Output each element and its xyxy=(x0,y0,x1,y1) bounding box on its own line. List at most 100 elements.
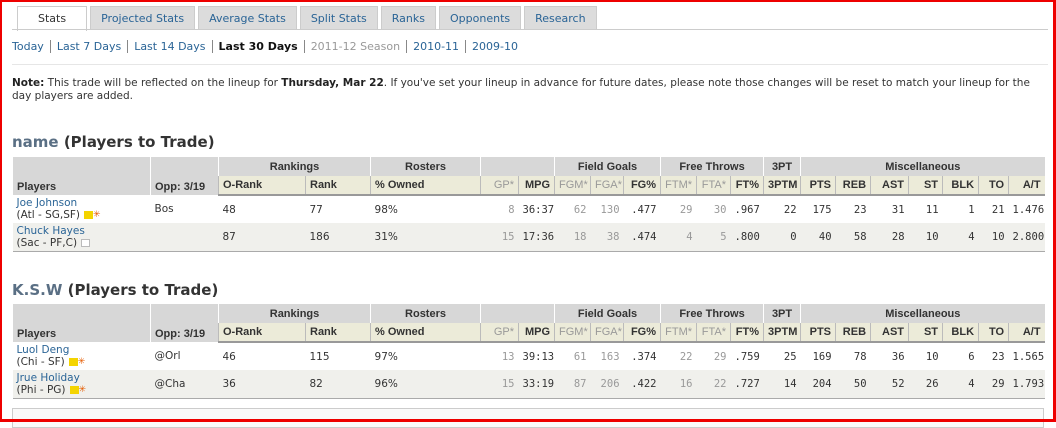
stat-ast: 28 xyxy=(870,223,909,252)
column-header[interactable]: GP* xyxy=(480,176,519,196)
column-header[interactable]: FTM* xyxy=(660,176,697,196)
player-team-position: (Atl - SG,SF) ✳ xyxy=(17,209,147,221)
column-header[interactable]: PTS xyxy=(800,176,836,196)
stat-at: 2.800 xyxy=(1008,223,1045,252)
column-header[interactable]: AST xyxy=(870,323,909,343)
player-name-link[interactable]: Luol Deng xyxy=(17,344,147,356)
stat-pts: 40 xyxy=(800,223,836,252)
player-name-link[interactable]: Jrue Holiday xyxy=(17,372,147,384)
tab-opponents[interactable]: Opponents xyxy=(439,6,522,29)
tab-research[interactable]: Research xyxy=(524,6,597,29)
group-header xyxy=(480,157,555,176)
stat-pts: 169 xyxy=(812,350,832,363)
column-header[interactable]: BLK xyxy=(942,176,979,196)
player-info: (Sac - PF,C) xyxy=(16,236,78,249)
range-last-7-days[interactable]: Last 7 Days xyxy=(49,40,127,53)
player-info: (Chi - SF) xyxy=(16,356,65,368)
tab-split-stats[interactable]: Split Stats xyxy=(299,6,378,29)
column-header[interactable]: A/T xyxy=(1008,323,1045,343)
note-label: Note: xyxy=(12,77,45,89)
note-date: Thursday, Mar 22 xyxy=(281,77,384,89)
column-header[interactable]: 3PTM xyxy=(763,176,801,196)
range-2011-12-season: 2011-12 Season xyxy=(303,40,406,53)
note-new-icon[interactable] xyxy=(69,385,79,394)
column-header[interactable]: AST xyxy=(870,176,909,196)
column-header[interactable]: FGM* xyxy=(554,176,591,196)
tab-stats[interactable]: Stats xyxy=(17,6,88,31)
column-header[interactable]: FTA* xyxy=(696,323,731,343)
stat-fga: 130 xyxy=(600,203,620,216)
stat-gp: 8 xyxy=(508,203,515,216)
column-header[interactable]: PTS xyxy=(800,323,836,343)
stat-fta: 29 xyxy=(713,350,727,363)
stat-ftm: 16 xyxy=(660,370,697,399)
column-header[interactable]: REB xyxy=(835,323,871,343)
column-header[interactable]: FGM* xyxy=(554,323,591,343)
column-header[interactable]: ST xyxy=(908,176,943,196)
column-header[interactable]: MPG xyxy=(518,176,555,196)
column-header[interactable]: Rank xyxy=(304,176,371,196)
stat-orank: 46 xyxy=(222,350,236,363)
range-today[interactable]: Today xyxy=(12,40,50,53)
range-2009-10[interactable]: 2009-10 xyxy=(465,40,524,53)
column-header[interactable]: TO xyxy=(978,323,1009,343)
stat-fgm: 87 xyxy=(554,370,591,399)
stat-st: 26 xyxy=(908,370,943,399)
stat-3ptm: 14 xyxy=(763,370,801,399)
range-last-14-days[interactable]: Last 14 Days xyxy=(127,40,211,53)
tab-ranks[interactable]: Ranks xyxy=(380,6,436,29)
stat-orank: 48 xyxy=(222,203,236,216)
player-row: Joe Johnson (Atl - SG,SF) ✳ Bos 48 77 98% 8 36:3… xyxy=(13,195,1045,223)
column-header[interactable]: REB xyxy=(835,176,871,196)
column-header[interactable]: FTM* xyxy=(660,323,697,343)
stat-mpg: 17:36 xyxy=(518,223,555,252)
column-header[interactable]: FG% xyxy=(623,176,661,196)
player-name-link[interactable]: Joe Johnson xyxy=(17,197,147,209)
stats-tabs: Stats Projected Stats Average Stats Split S… xyxy=(17,6,597,31)
note-new-icon[interactable] xyxy=(84,211,94,219)
group-header: 3PT xyxy=(763,304,801,323)
column-header[interactable]: % Owned xyxy=(370,323,481,343)
column-header[interactable]: O-Rank xyxy=(218,176,306,196)
player-row: Jrue Holiday (Phi - PG) ✳ @Cha 36 82 96% 15 33:1… xyxy=(12,370,1045,399)
stat-blk: 6 xyxy=(968,350,975,363)
stat-blk: 4 xyxy=(942,370,979,399)
team-name[interactable]: K.S.W xyxy=(12,281,62,299)
stat-fga: 206 xyxy=(590,370,624,399)
column-header[interactable]: 3PTM xyxy=(763,323,801,343)
column-header[interactable]: % Owned xyxy=(370,176,481,196)
note-icon[interactable] xyxy=(81,238,91,247)
stat-blk: 4 xyxy=(942,223,979,252)
column-header[interactable]: ST xyxy=(908,323,943,343)
stat-at: 1.476 xyxy=(1012,203,1045,216)
stat-fgm: 62 xyxy=(573,203,587,216)
stat-blk: 1 xyxy=(968,203,975,216)
player-info: (Atl - SG,SF) xyxy=(16,209,81,221)
column-header[interactable]: TO xyxy=(978,176,1009,196)
column-header[interactable]: A/T xyxy=(1008,176,1045,196)
player-cell: Joe Johnson (Atl - SG,SF) ✳ xyxy=(13,195,151,223)
column-header[interactable]: GP* xyxy=(480,323,519,343)
column-header[interactable]: FT% xyxy=(730,323,764,343)
column-header[interactable]: FT% xyxy=(730,176,764,196)
stat-rank: 77 xyxy=(309,203,323,216)
column-header[interactable]: FTA* xyxy=(696,176,731,196)
tab-average-stats[interactable]: Average Stats xyxy=(198,6,297,29)
column-header[interactable]: BLK xyxy=(942,323,979,343)
column-header[interactable]: FG% xyxy=(623,323,661,343)
stat-rank: 186 xyxy=(305,223,371,252)
column-header[interactable]: Rank xyxy=(304,323,371,343)
column-header[interactable]: FGA* xyxy=(590,323,624,343)
group-header: Rosters xyxy=(370,304,481,323)
note-new-icon[interactable] xyxy=(68,358,78,366)
range-2010-11[interactable]: 2010-11 xyxy=(406,40,465,53)
stat-ftm: 4 xyxy=(660,223,697,252)
column-header[interactable]: O-Rank xyxy=(218,323,306,343)
player-cell: Chuck Hayes (Sac - PF,C) xyxy=(12,223,151,252)
player-name-link[interactable]: Chuck Hayes xyxy=(17,225,147,237)
tab-projected-stats[interactable]: Projected Stats xyxy=(90,6,196,29)
team-name[interactable]: name xyxy=(12,133,59,151)
column-header[interactable]: MPG xyxy=(518,323,555,343)
stat-to: 29 xyxy=(978,370,1009,399)
column-header[interactable]: FGA* xyxy=(590,176,624,196)
